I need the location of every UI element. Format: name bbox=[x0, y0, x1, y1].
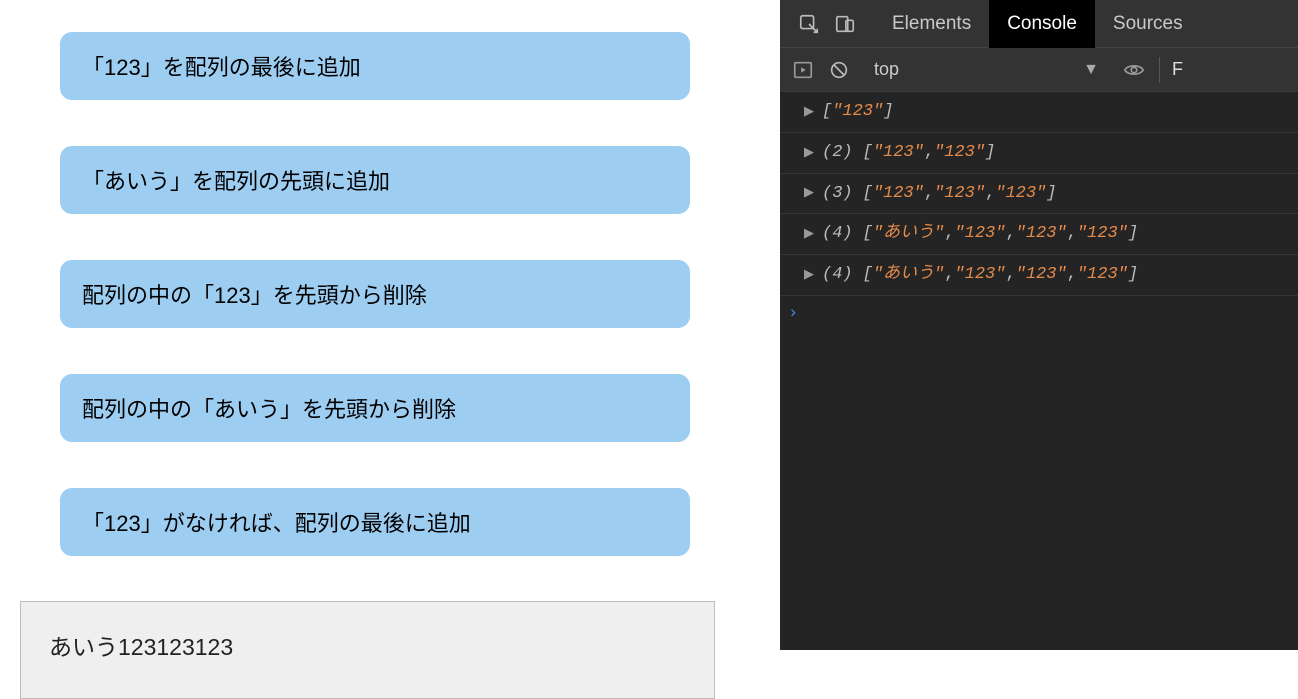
filter-input[interactable]: F bbox=[1159, 57, 1181, 83]
page-content: 「123」を配列の最後に追加 「あいう」を配列の先頭に追加 配列の中の「123」… bbox=[0, 0, 780, 650]
bracket-open: [ bbox=[863, 182, 873, 206]
string-value: "123" bbox=[995, 182, 1046, 206]
console-log-row[interactable]: ▶ (4) ["あいう", "123", "123", "123"] bbox=[780, 255, 1298, 296]
output-box: あいう123123123 bbox=[20, 601, 715, 699]
add-aiu-start-button[interactable]: 「あいう」を配列の先頭に追加 bbox=[60, 146, 690, 214]
string-value: "123" bbox=[832, 100, 883, 124]
console-log-row[interactable]: ▶(3)["123", "123", "123"] bbox=[780, 174, 1298, 215]
add-123-end-button[interactable]: 「123」を配列の最後に追加 bbox=[60, 32, 690, 100]
separator: , bbox=[944, 222, 954, 246]
bracket-close: ] bbox=[883, 100, 893, 124]
separator: , bbox=[985, 182, 995, 206]
bracket-open: [ bbox=[863, 263, 873, 287]
remove-123-start-button[interactable]: 配列の中の「123」を先頭から削除 bbox=[60, 260, 690, 328]
console-log-row[interactable]: ▶ ["123"] bbox=[780, 92, 1298, 133]
add-123-if-missing-button[interactable]: 「123」がなければ、配列の最後に追加 bbox=[60, 488, 690, 556]
bracket-close: ] bbox=[1128, 263, 1138, 287]
filter-initial: F bbox=[1172, 59, 1183, 80]
console-log-row[interactable]: ▶ (4) ["あいう", "123", "123", "123"] bbox=[780, 214, 1298, 255]
bracket-close: ] bbox=[1046, 182, 1056, 206]
expand-icon[interactable]: ▶ bbox=[804, 103, 814, 121]
string-value: "123" bbox=[873, 182, 924, 206]
devtools-panel: Elements Console Sources top ▼ F ▶["123"… bbox=[780, 0, 1298, 650]
expand-icon[interactable]: ▶ bbox=[804, 225, 814, 243]
output-text: あいう123123123 bbox=[49, 634, 233, 660]
context-label: top bbox=[874, 59, 899, 80]
console-prompt[interactable]: › bbox=[780, 296, 1298, 323]
separator: , bbox=[1005, 263, 1015, 287]
chevron-down-icon: ▼ bbox=[1083, 61, 1099, 79]
bracket-open: [ bbox=[822, 100, 832, 124]
context-selector[interactable]: top ▼ bbox=[864, 56, 1109, 83]
string-value: "123" bbox=[954, 263, 1005, 287]
separator: , bbox=[1005, 222, 1015, 246]
separator: , bbox=[1067, 222, 1077, 246]
separator: , bbox=[924, 182, 934, 206]
separator: , bbox=[1067, 263, 1077, 287]
tab-sources[interactable]: Sources bbox=[1095, 0, 1201, 48]
string-value: "123" bbox=[954, 222, 1005, 246]
expand-icon[interactable]: ▶ bbox=[804, 266, 814, 284]
string-value: "123" bbox=[1016, 263, 1067, 287]
string-value: "123" bbox=[1016, 222, 1067, 246]
bracket-open: [ bbox=[863, 141, 873, 165]
array-length: (2) bbox=[822, 141, 853, 165]
console-output[interactable]: ▶["123"]▶(2)["123", "123"]▶(3)["123", "1… bbox=[780, 92, 1298, 650]
array-length: (4) bbox=[822, 263, 853, 287]
bracket-close: ] bbox=[985, 141, 995, 165]
string-value: "123" bbox=[934, 182, 985, 206]
bracket-open: [ bbox=[863, 222, 873, 246]
string-value: "123" bbox=[1077, 222, 1128, 246]
devtools-tabbar: Elements Console Sources bbox=[780, 0, 1298, 48]
remove-aiu-start-button[interactable]: 配列の中の「あいう」を先頭から削除 bbox=[60, 374, 690, 442]
inspect-icon[interactable] bbox=[798, 13, 820, 35]
clear-console-icon[interactable] bbox=[828, 59, 850, 81]
string-value: "123" bbox=[873, 141, 924, 165]
console-log-row[interactable]: ▶(2)["123", "123"] bbox=[780, 133, 1298, 174]
sidebar-toggle-icon[interactable] bbox=[792, 59, 814, 81]
array-length: (3) bbox=[822, 182, 853, 206]
string-value: "123" bbox=[934, 141, 985, 165]
tab-elements[interactable]: Elements bbox=[874, 0, 989, 48]
device-toggle-icon[interactable] bbox=[834, 13, 856, 35]
string-value: "あいう" bbox=[873, 222, 944, 246]
tab-console[interactable]: Console bbox=[989, 0, 1095, 48]
bracket-close: ] bbox=[1128, 222, 1138, 246]
separator: , bbox=[944, 263, 954, 287]
expand-icon[interactable]: ▶ bbox=[804, 184, 814, 202]
separator: , bbox=[924, 141, 934, 165]
string-value: "123" bbox=[1077, 263, 1128, 287]
expand-icon[interactable]: ▶ bbox=[804, 144, 814, 162]
console-toolbar: top ▼ F bbox=[780, 48, 1298, 92]
array-length: (4) bbox=[822, 222, 853, 246]
string-value: "あいう" bbox=[873, 263, 944, 287]
live-expression-icon[interactable] bbox=[1123, 59, 1145, 81]
